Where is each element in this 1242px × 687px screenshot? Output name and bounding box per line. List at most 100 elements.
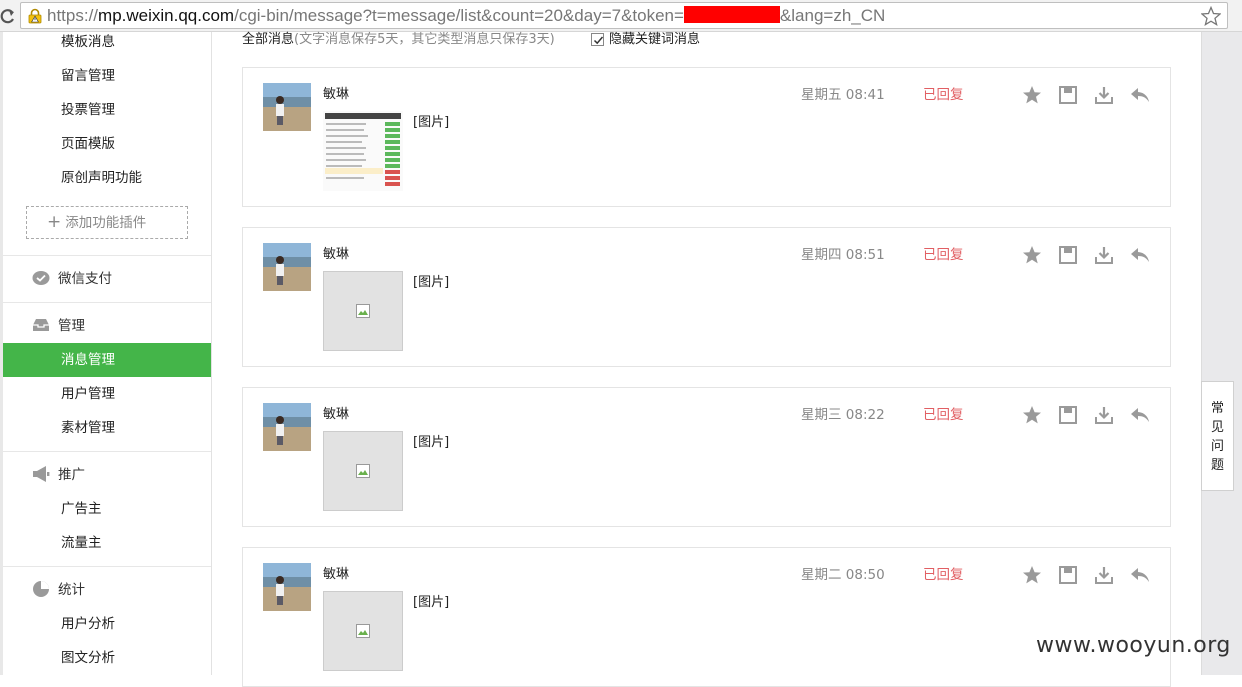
retention-note: (文字消息保存5天，其它类型消息只保存3天)	[294, 32, 555, 47]
page-title: 全部消息	[242, 32, 295, 47]
hide-keyword-checkbox[interactable]	[591, 33, 604, 46]
message-list-header: 全部消息(文字消息保存5天，其它类型消息只保存3天)	[242, 30, 555, 50]
sidebar-item-publisher[interactable]: 流量主	[61, 533, 102, 553]
faq-char: 题	[1210, 458, 1224, 473]
reply-icon[interactable]	[1129, 404, 1151, 426]
sender-name[interactable]: 敏琳	[323, 565, 349, 585]
image-thumbnail[interactable]	[323, 591, 403, 671]
broken-image-icon	[356, 304, 370, 318]
reply-icon[interactable]	[1129, 564, 1151, 586]
sidebar-divider	[3, 451, 211, 452]
megaphone-icon	[33, 466, 50, 482]
reply-icon[interactable]	[1129, 244, 1151, 266]
reply-icon[interactable]	[1129, 84, 1151, 106]
add-plugin-label: 添加功能插件	[65, 215, 147, 231]
sidebar-group-promo-label: 推广	[58, 467, 85, 483]
sidebar-item-page-template[interactable]: 页面模版	[61, 134, 115, 154]
broken-image-icon	[356, 464, 370, 478]
message-card: 敏琳 [图片] 星期五 08:41 已回复	[242, 67, 1171, 207]
sidebar-item-message-manage-label: 消息管理	[61, 352, 115, 368]
message-time: 星期三 08:22	[801, 407, 885, 423]
save-icon[interactable]	[1057, 244, 1079, 266]
sidebar-item-article-analysis[interactable]: 图文分析	[61, 648, 115, 668]
sidebar-group-pay-label: 微信支付	[58, 271, 112, 287]
sidebar-item-votes[interactable]: 投票管理	[61, 100, 115, 120]
sidebar-item-original-claim[interactable]: 原创声明功能	[61, 168, 142, 188]
sidebar-divider	[3, 566, 211, 567]
faq-char: 见	[1210, 420, 1224, 435]
address-bar[interactable]: https://mp.weixin.qq.com/cgi-bin/message…	[20, 2, 1228, 29]
sidebar-group-stats: 统计	[32, 579, 85, 601]
sidebar-item-message-manage[interactable]: 消息管理	[3, 343, 211, 377]
message-content: [图片]	[413, 435, 450, 450]
message-time: 星期五 08:41	[801, 87, 885, 103]
message-time: 星期四 08:51	[801, 247, 885, 263]
message-content: [图片]	[413, 595, 450, 610]
sidebar-group-promo: 推广	[32, 464, 85, 486]
url-scheme: https://	[47, 6, 99, 25]
watermark: www.wooyun.org	[1036, 633, 1231, 658]
image-thumbnail[interactable]	[323, 111, 403, 191]
replied-status: 已回复	[923, 247, 964, 263]
reload-icon[interactable]	[0, 4, 16, 28]
sidebar-item-user-manage[interactable]: 用户管理	[61, 384, 115, 404]
sidebar-item-comments[interactable]: 留言管理	[61, 66, 115, 86]
avatar[interactable]	[263, 243, 311, 291]
url-text: https://mp.weixin.qq.com/cgi-bin/message…	[47, 5, 885, 27]
message-card: 敏琳 [图片] 星期二 08:50 已回复	[242, 547, 1171, 687]
sender-name[interactable]: 敏琳	[323, 245, 349, 265]
sidebar-group-stats-label: 统计	[58, 582, 85, 598]
url-tail: &lang=zh_CN	[779, 6, 886, 25]
sender-name[interactable]: 敏琳	[323, 85, 349, 105]
avatar[interactable]	[263, 83, 311, 131]
message-time: 星期二 08:50	[801, 567, 885, 583]
save-icon[interactable]	[1057, 564, 1079, 586]
download-icon[interactable]	[1093, 404, 1115, 426]
download-icon[interactable]	[1093, 564, 1115, 586]
sidebar-group-pay[interactable]: 微信支付	[32, 268, 112, 290]
star-icon[interactable]	[1021, 404, 1043, 426]
browser-toolbar: https://mp.weixin.qq.com/cgi-bin/message…	[0, 0, 1242, 32]
image-thumbnail[interactable]	[323, 271, 403, 351]
bookmark-star-icon[interactable]	[1201, 6, 1221, 26]
url-host: mp.weixin.qq.com	[98, 6, 235, 25]
checkmark-icon	[593, 36, 604, 45]
message-card: 敏琳 [图片] 星期三 08:22 已回复	[242, 387, 1171, 527]
avatar[interactable]	[263, 403, 311, 451]
redacted-token	[683, 6, 780, 23]
hide-keyword-label[interactable]: 隐藏关键词消息	[609, 30, 700, 50]
lock-warning-icon	[28, 8, 42, 24]
sidebar-item-template-msg[interactable]: 模板消息	[61, 32, 115, 52]
sidebar-divider	[3, 255, 211, 256]
url-path: /cgi-bin/message?t=message/list&count=20…	[234, 6, 684, 25]
sidebar-item-user-analysis[interactable]: 用户分析	[61, 614, 115, 634]
image-thumbnail[interactable]	[323, 431, 403, 511]
sidebar-group-manage: 管理	[32, 315, 85, 337]
faq-tab[interactable]: 常 见 问 题	[1201, 381, 1234, 491]
avatar[interactable]	[263, 563, 311, 611]
sidebar-divider	[3, 302, 211, 303]
faq-char: 常	[1210, 401, 1224, 416]
download-icon[interactable]	[1093, 244, 1115, 266]
star-icon[interactable]	[1021, 84, 1043, 106]
save-icon[interactable]	[1057, 84, 1079, 106]
sidebar-item-material-manage[interactable]: 素材管理	[61, 418, 115, 438]
wechat-pay-icon	[32, 271, 50, 285]
star-icon[interactable]	[1021, 244, 1043, 266]
sidebar-item-advertiser[interactable]: 广告主	[61, 499, 102, 519]
sender-name[interactable]: 敏琳	[323, 405, 349, 425]
faq-char: 问	[1210, 439, 1224, 454]
inbox-icon	[33, 319, 49, 331]
add-plugin-button[interactable]: + 添加功能插件	[26, 206, 188, 239]
sidebar-group-manage-label: 管理	[58, 318, 85, 334]
replied-status: 已回复	[923, 407, 964, 423]
plus-icon: +	[47, 212, 62, 232]
right-rail	[1201, 32, 1242, 675]
message-content: [图片]	[413, 275, 450, 290]
download-icon[interactable]	[1093, 84, 1115, 106]
save-icon[interactable]	[1057, 404, 1079, 426]
pie-chart-icon	[33, 581, 49, 597]
star-icon[interactable]	[1021, 564, 1043, 586]
message-content: [图片]	[413, 115, 450, 130]
broken-image-icon	[356, 624, 370, 638]
